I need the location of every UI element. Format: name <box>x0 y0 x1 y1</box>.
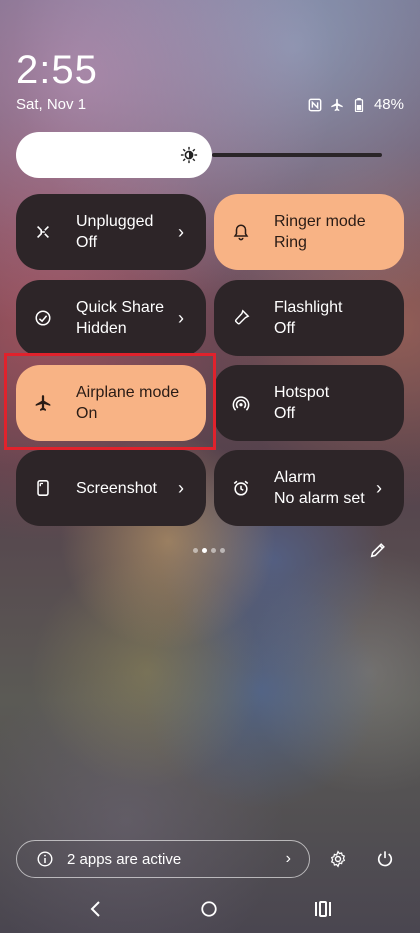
clock-date: Sat, Nov 1 <box>16 96 87 113</box>
page-indicator <box>193 548 225 553</box>
tile-label: Flashlight <box>274 299 343 316</box>
brightness-slider-track[interactable] <box>212 153 382 157</box>
airplane-icon <box>331 98 343 111</box>
page-dot <box>211 548 216 553</box>
battery-icon <box>354 97 364 112</box>
tile-status: Hidden <box>76 320 127 337</box>
screenshot-icon <box>32 477 54 499</box>
tile-unplugged[interactable]: Unplugged Off › <box>16 194 206 270</box>
chevron-right-icon: › <box>178 307 184 328</box>
alarm-icon <box>230 477 252 499</box>
tile-label: Quick Share <box>76 299 165 316</box>
active-apps-label: 2 apps are active <box>67 850 182 868</box>
status-icons: 48% <box>308 96 404 113</box>
nav-recents-icon[interactable] <box>313 900 333 918</box>
airplane-mode-highlight-box <box>4 353 216 450</box>
chevron-right-icon: › <box>376 477 382 498</box>
tile-hotspot[interactable]: Hotspot Off <box>214 365 404 441</box>
tile-quick-share[interactable]: Quick Share Hidden › <box>16 280 206 356</box>
tile-flashlight[interactable]: Flashlight Off <box>214 280 404 356</box>
tile-alarm[interactable]: Alarm No alarm set › <box>214 450 404 526</box>
clock-time: 2:55 <box>16 48 98 92</box>
hotspot-icon <box>230 392 252 414</box>
tile-label: Unplugged <box>76 213 154 230</box>
nav-back-icon[interactable] <box>86 899 106 919</box>
tile-label: Alarm <box>274 469 316 486</box>
tile-status: Off <box>76 234 98 251</box>
gear-icon[interactable] <box>329 850 347 868</box>
tile-label: Screenshot <box>76 479 157 497</box>
info-icon <box>37 851 53 867</box>
tile-label: Hotspot <box>274 384 330 401</box>
nav-home-icon[interactable] <box>200 900 218 918</box>
tile-status: No alarm set <box>274 490 365 507</box>
quick-share-icon <box>32 307 54 329</box>
unplugged-icon <box>32 221 54 243</box>
tile-status: Ring <box>274 234 307 251</box>
bell-icon <box>230 221 252 243</box>
tile-ringer-mode[interactable]: Ringer mode Ring <box>214 194 404 270</box>
chevron-right-icon: › <box>178 221 184 242</box>
tile-screenshot[interactable]: Screenshot › <box>16 450 206 526</box>
edit-pencil-icon[interactable] <box>369 541 387 559</box>
chevron-right-icon: › <box>285 850 291 867</box>
tile-label: Ringer mode <box>274 213 366 230</box>
page-dot <box>193 548 198 553</box>
tile-status: Off <box>274 320 296 337</box>
battery-percent: 48% <box>373 96 404 113</box>
active-apps-button[interactable]: 2 apps are active › <box>16 840 310 878</box>
chevron-right-icon: › <box>178 477 184 498</box>
nfc-icon <box>308 98 322 111</box>
page-dot-current <box>202 548 207 553</box>
brightness-icon <box>180 146 198 164</box>
power-icon[interactable] <box>376 850 394 868</box>
flashlight-icon <box>230 307 252 329</box>
tile-status: Off <box>274 405 296 422</box>
page-dot <box>220 548 225 553</box>
